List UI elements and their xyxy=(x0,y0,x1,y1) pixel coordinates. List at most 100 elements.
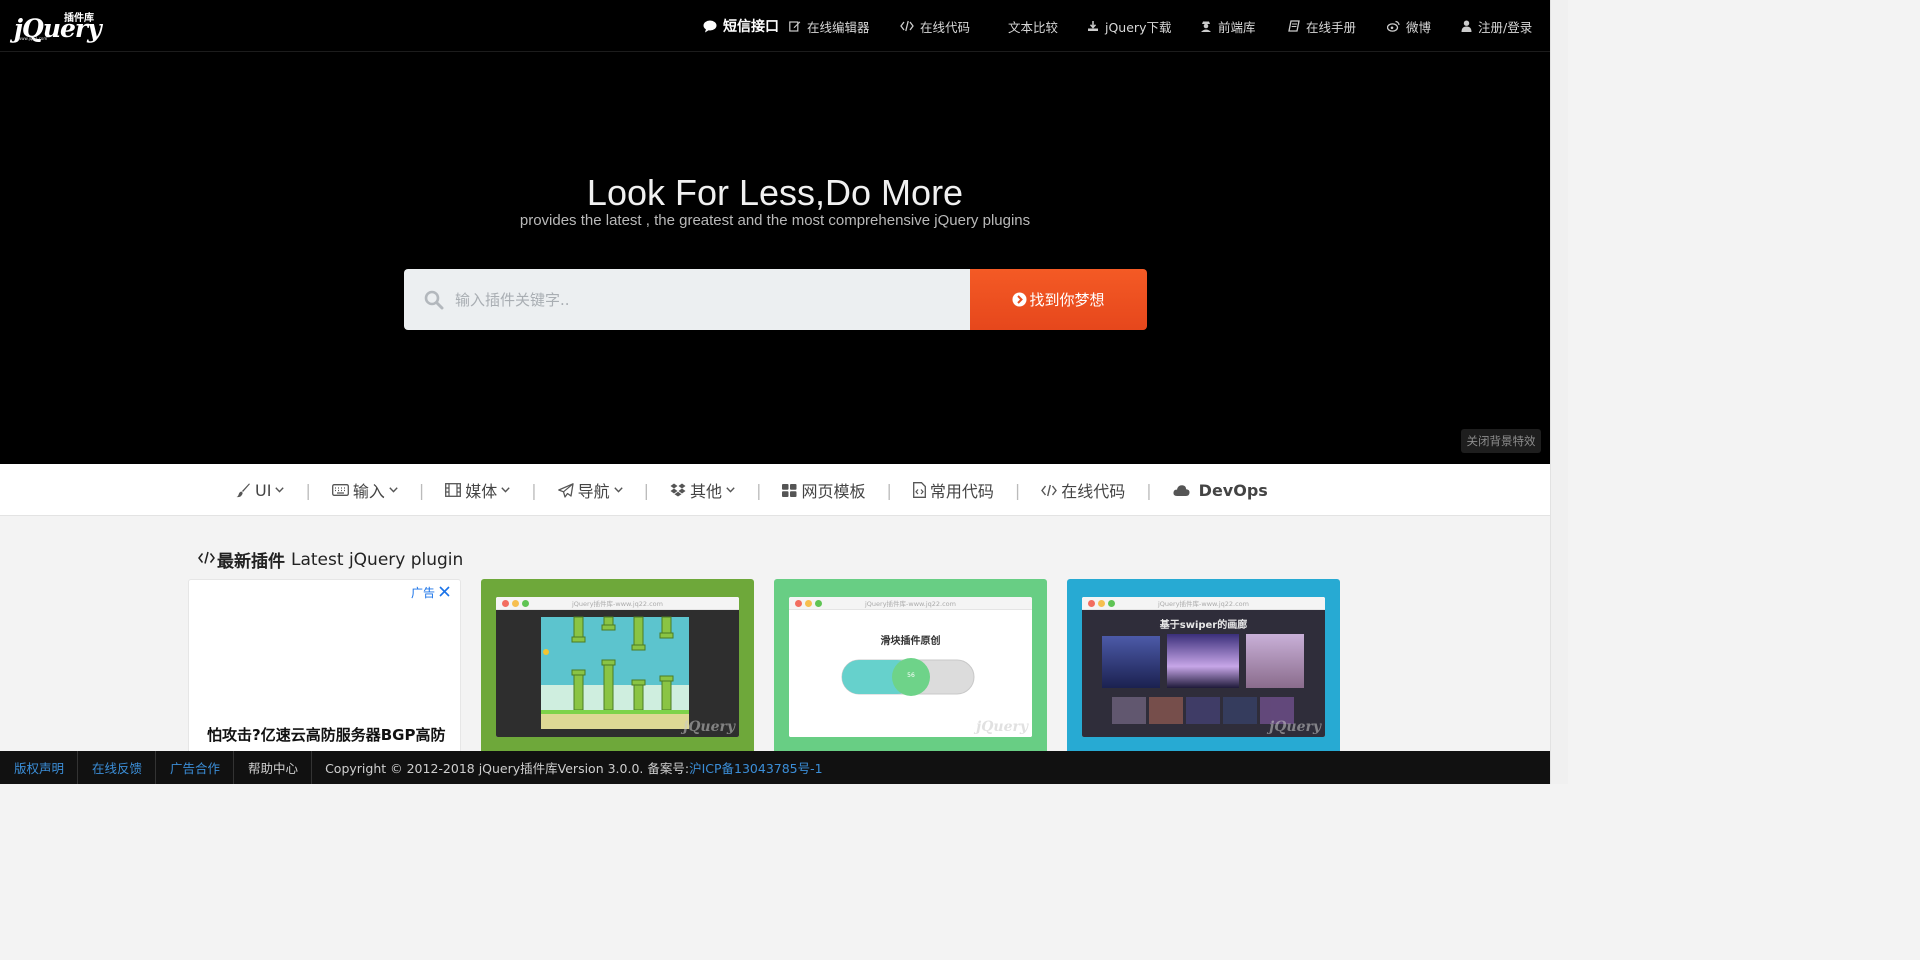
category-separator: | xyxy=(756,480,762,500)
keyboard-icon xyxy=(331,484,349,496)
search-input[interactable] xyxy=(455,290,935,309)
footer-link-copyright[interactable]: 版权声明 xyxy=(0,751,79,784)
category-navigation[interactable]: 导航 xyxy=(557,478,623,502)
category-separator: | xyxy=(1014,480,1021,500)
slider-knob-value: 56 xyxy=(907,672,915,679)
nav-text-compare-label: 文本比较 xyxy=(1008,19,1059,35)
paint-brush-icon xyxy=(236,483,251,498)
nav-weibo[interactable]: 微博 xyxy=(1387,0,1461,52)
browser-bar: jQuery插件库-www.jq22.com xyxy=(496,597,739,610)
plugin-card[interactable]: jQuery插件库-www.jq22.com 滑块插件原创 56 jQuery xyxy=(774,579,1047,759)
watermark-logo: jQuery xyxy=(683,719,735,735)
book-icon xyxy=(1288,20,1300,32)
close-icon[interactable] xyxy=(439,585,450,601)
nav-text-compare[interactable]: 文本比较 xyxy=(1008,0,1087,52)
category-media[interactable]: 媒体 xyxy=(445,478,510,502)
plugin-card[interactable]: jQuery插件库-www.jq22.com jQuery xyxy=(481,579,754,759)
footer-copyright-text: Copyright © 2012-2018 jQuery插件库Version 3… xyxy=(325,761,690,776)
footer-link-help[interactable]: 帮助中心 xyxy=(234,751,313,784)
nav-frontend-lib-label: 前端库 xyxy=(1218,19,1256,35)
download-icon xyxy=(1087,20,1099,32)
slider-preview: 滑块插件原创 56 jQuery xyxy=(789,610,1032,737)
nav-online-code[interactable]: 在线代码 xyxy=(900,0,1008,52)
browser-bar: jQuery插件库-www.jq22.com xyxy=(789,597,1032,610)
flappy-bird-preview: jQuery xyxy=(496,610,739,737)
nav-frontend-lib[interactable]: 前端库 xyxy=(1200,0,1288,52)
footer-link-feedback[interactable]: 在线反馈 xyxy=(78,751,157,784)
top-navbar: jQuery 插件库 www.jq22.com 短信接口 在线编辑器 在线代码 … xyxy=(0,0,1550,52)
code-icon xyxy=(1041,484,1058,497)
category-bar: UI | 输入 | 媒体 | 导航 | 其他 | 网页模板 | 常用代码 | 在… xyxy=(0,464,1550,516)
film-icon xyxy=(445,483,462,497)
ad-headline: 怕攻击?亿速云高防服务器BGP高防 xyxy=(207,726,446,744)
nav-register-login-label: 注册/登录 xyxy=(1478,19,1533,35)
edit-icon xyxy=(789,20,801,32)
nav-jquery-download[interactable]: jQuery下载 xyxy=(1087,0,1200,52)
footer-icp-link[interactable]: 沪ICP备13043785号-1 xyxy=(689,761,823,776)
latest-plugins-title-cn: 最新插件 xyxy=(217,552,285,572)
search-box xyxy=(404,269,970,330)
browser-bar: jQuery插件库-www.jq22.com xyxy=(1082,597,1325,610)
user-secret-icon xyxy=(1200,20,1212,32)
footer-copyright: Copyright © 2012-2018 jQuery插件库Version 3… xyxy=(325,758,823,777)
hero-subtitle: provides the latest , the greatest and t… xyxy=(519,212,1031,229)
nav-register-login[interactable]: 注册/登录 xyxy=(1461,0,1541,52)
nav-online-editor-label: 在线编辑器 xyxy=(807,19,870,35)
nav-manual[interactable]: 在线手册 xyxy=(1288,0,1387,52)
ad-card[interactable]: 广告 怕攻击?亿速云高防服务器BGP高防 xyxy=(188,579,461,759)
nav-manual-label: 在线手册 xyxy=(1306,19,1357,35)
logo-subtext: www.jq22.com xyxy=(18,36,48,41)
category-separator: | xyxy=(886,480,892,500)
close-bg-effect-button[interactable]: 关闭背景特效 xyxy=(1461,429,1541,453)
category-web-templates[interactable]: 网页模板 xyxy=(782,478,865,502)
search-button[interactable]: 找到你梦想 xyxy=(970,269,1147,330)
chevron-circle-right-icon xyxy=(1012,292,1027,307)
category-separator: | xyxy=(531,480,537,500)
chevron-down-icon xyxy=(613,485,623,496)
search-icon xyxy=(424,290,444,310)
nav-online-editor[interactable]: 在线编辑器 xyxy=(789,0,900,52)
category-menu: UI | 输入 | 媒体 | 导航 | 其他 | 网页模板 | 常用代码 | 在… xyxy=(236,464,1268,516)
hero-title: Look For Less,Do More xyxy=(586,172,964,213)
paper-plane-icon xyxy=(557,482,574,498)
plugin-preview: jQuery插件库-www.jq22.com 基于swiper的画廊 jQuer… xyxy=(1082,597,1325,737)
comment-icon xyxy=(703,20,717,33)
category-ui[interactable]: UI xyxy=(236,481,285,500)
site-logo[interactable]: jQuery 插件库 www.jq22.com xyxy=(14,9,110,43)
chevron-down-icon xyxy=(275,485,285,496)
category-input-label: 输入 xyxy=(352,482,385,501)
nav-sms[interactable]: 短信接口 xyxy=(703,0,789,52)
preview-url: jQuery插件库-www.jq22.com xyxy=(572,600,663,608)
page-scrollbar[interactable] xyxy=(1550,0,1568,784)
logo-cn-text: 插件库 xyxy=(64,13,94,24)
category-input[interactable]: 输入 xyxy=(331,478,398,502)
footer-bar: 版权声明 在线反馈 广告合作 帮助中心 Copyright © 2012-201… xyxy=(0,751,1550,784)
category-separator: | xyxy=(643,480,650,500)
category-media-label: 媒体 xyxy=(465,482,498,501)
chevron-down-icon xyxy=(726,485,735,496)
latest-plugins-title: 最新插件 Latest jQuery plugin xyxy=(198,547,463,572)
footer-link-ads[interactable]: 广告合作 xyxy=(156,751,235,784)
user-icon xyxy=(1461,20,1472,32)
category-separator: | xyxy=(1146,480,1152,500)
plugin-preview: jQuery插件库-www.jq22.com jQuery xyxy=(496,597,739,737)
code-icon xyxy=(198,551,215,568)
watermark-logo: jQuery xyxy=(976,719,1028,735)
category-other[interactable]: 其他 xyxy=(670,478,735,502)
weibo-icon xyxy=(1387,20,1400,32)
nav-sms-label: 短信接口 xyxy=(723,19,779,35)
ad-badge[interactable]: 广告 xyxy=(411,584,450,601)
watermark-logo: jQuery xyxy=(1269,719,1321,735)
category-common-code[interactable]: 常用代码 xyxy=(912,478,994,502)
grid-icon xyxy=(782,483,797,497)
dropbox-icon xyxy=(670,483,686,497)
category-online-code[interactable]: 在线代码 xyxy=(1041,478,1125,502)
plugin-preview: jQuery插件库-www.jq22.com 滑块插件原创 56 jQuery xyxy=(789,597,1032,737)
chevron-down-icon xyxy=(501,485,510,496)
plugin-card[interactable]: jQuery插件库-www.jq22.com 基于swiper的画廊 jQuer… xyxy=(1067,579,1340,759)
nav-weibo-label: 微博 xyxy=(1406,19,1432,35)
category-web-templates-label: 网页模板 xyxy=(801,482,866,501)
category-devops[interactable]: DevOps xyxy=(1173,481,1268,500)
top-nav: 短信接口 在线编辑器 在线代码 文本比较 jQuery下载 前端库 在线手册 微… xyxy=(703,0,1541,52)
search-button-label: 找到你梦想 xyxy=(1029,291,1105,309)
